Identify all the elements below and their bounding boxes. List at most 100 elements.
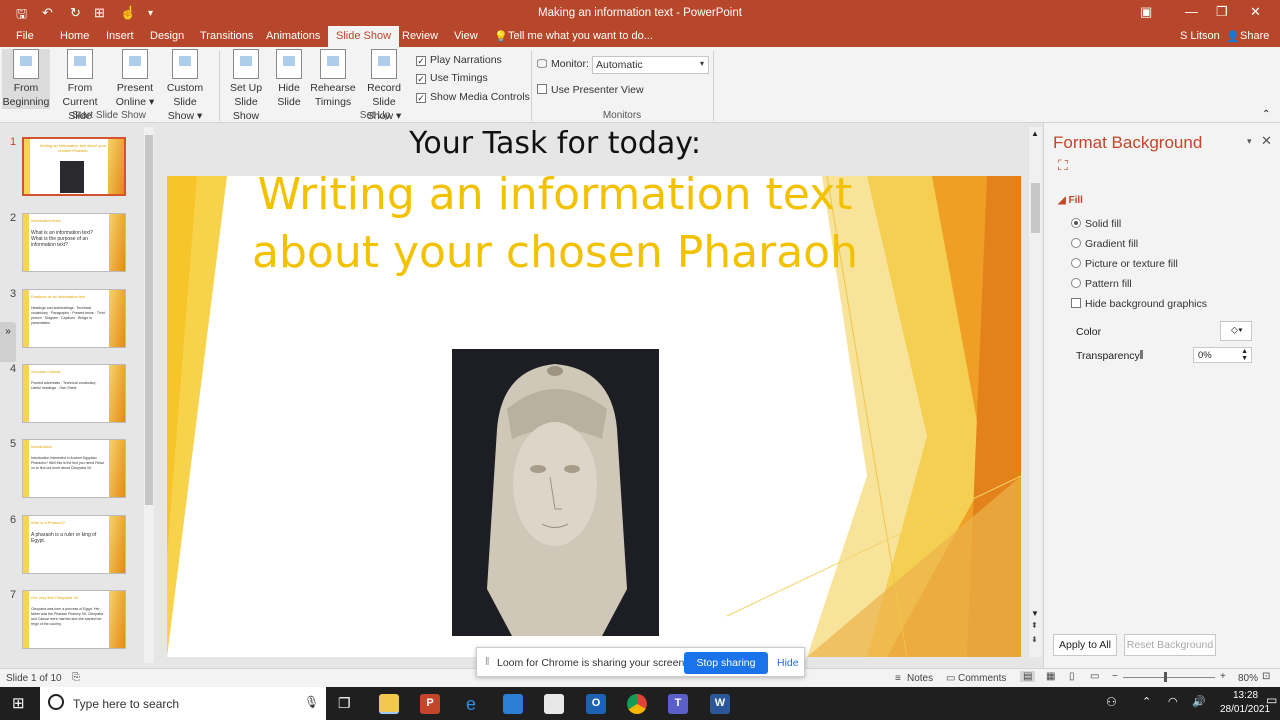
monitor-select[interactable]: Automatic ▾ <box>592 56 709 74</box>
presenter-view-checkbox[interactable]: Use Presenter View <box>537 84 644 96</box>
maximize-icon[interactable]: ❐ <box>1216 4 1228 20</box>
tab-slide-show[interactable]: Slide Show <box>328 26 400 47</box>
tab-insert[interactable]: Insert <box>106 30 134 42</box>
minimize-icon[interactable]: — <box>1185 4 1198 19</box>
pane-options-icon[interactable]: ▾ <box>1247 136 1252 147</box>
loom-sharing-bar: ‖ Loom for Chrome is sharing your screen… <box>476 647 805 677</box>
fit-slide-icon[interactable]: ⊡ <box>1262 671 1270 682</box>
apply-to-all-button[interactable]: Apply to All <box>1053 634 1117 656</box>
file-explorer-icon[interactable] <box>379 694 399 714</box>
share-icon[interactable]: 👤 <box>1226 30 1240 43</box>
pharaoh-bust-image[interactable] <box>452 349 659 636</box>
tray-chevron-icon[interactable]: ⌃ <box>1142 695 1151 708</box>
slide-heading[interactable]: Writing an information text about your c… <box>250 166 860 282</box>
wifi-icon[interactable]: ◠ <box>1168 695 1178 708</box>
tab-design[interactable]: Design <box>150 30 184 42</box>
comments-button[interactable]: Comments <box>958 673 1006 684</box>
tab-view[interactable]: View <box>454 30 478 42</box>
slideshow-view-icon[interactable]: ▭ <box>1090 671 1099 682</box>
picture-texture-fill-radio[interactable]: Picture or texture fill <box>1071 258 1178 270</box>
scroll-down-icon[interactable]: ▼ <box>1031 609 1039 618</box>
tab-review[interactable]: Review <box>402 30 438 42</box>
tab-transitions[interactable]: Transitions <box>200 30 253 42</box>
notes-button[interactable]: Notes <box>907 673 933 684</box>
rehearse-timings-button[interactable]: Rehearse Timings <box>310 49 356 109</box>
transparency-input[interactable]: 0% ▲ ▼ <box>1193 347 1252 363</box>
collapse-ribbon-icon[interactable]: ⌃ <box>1262 109 1270 120</box>
ribbon-display-icon[interactable]: ▣ <box>1140 4 1152 20</box>
slide-thumbnail-5[interactable]: Introduction Introduction Interested in … <box>22 439 126 498</box>
zoom-in-icon[interactable]: + <box>1220 671 1226 682</box>
show-media-controls-checkbox[interactable]: ✓ Show Media Controls <box>416 91 530 103</box>
tell-me-box[interactable]: Tell me what you want to do... <box>508 30 653 42</box>
gradient-fill-radio[interactable]: Gradient fill <box>1071 238 1138 250</box>
hide-slide-button[interactable]: Hide Slide <box>272 49 306 109</box>
expand-thumbnails-icon[interactable]: » <box>0 322 16 362</box>
fill-bucket-icon[interactable]: ⛶ <box>1058 157 1068 174</box>
zoom-slider[interactable] <box>1123 677 1215 678</box>
play-narrations-checkbox[interactable]: ✓ Play Narrations <box>416 54 502 66</box>
clock-time[interactable]: 13:28 <box>1233 690 1258 701</box>
zoom-slider-thumb[interactable] <box>1164 672 1167 682</box>
thumbnails-scrollbar[interactable] <box>144 127 154 663</box>
fill-section-header[interactable]: ◢ Fill <box>1058 195 1083 206</box>
scrollbar-thumb[interactable] <box>145 135 153 505</box>
spelling-icon[interactable]: ⎘ <box>72 672 80 683</box>
slide-title[interactable]: Your Task for today: <box>158 126 952 161</box>
microphone-icon[interactable]: 🎙 <box>304 695 319 709</box>
outlook-icon[interactable]: O <box>586 694 606 714</box>
chrome-icon[interactable] <box>627 694 647 714</box>
color-picker-button[interactable]: ⬦▾ <box>1220 321 1252 341</box>
people-icon[interactable]: ⚇ <box>1106 695 1117 709</box>
powerpoint-icon[interactable]: P <box>420 694 440 714</box>
zoom-out-icon[interactable]: − <box>1112 671 1118 682</box>
word-icon[interactable]: W <box>710 694 730 714</box>
taskbar-search-box[interactable]: Type here to search 🎙 <box>40 687 326 720</box>
user-name[interactable]: S Litson <box>1180 30 1220 42</box>
from-beginning-button[interactable]: From Beginning <box>2 49 50 109</box>
next-slide-icon[interactable]: ⇟ <box>1031 635 1038 644</box>
solid-fill-radio[interactable]: Solid fill <box>1071 218 1121 230</box>
drag-handle-icon[interactable]: ‖ <box>485 656 490 668</box>
notifications-icon[interactable]: ▭ <box>1266 693 1277 707</box>
mail-icon[interactable] <box>503 694 523 714</box>
clock-date[interactable]: 28/01/2021 <box>1220 704 1270 715</box>
slide-scrollbar[interactable]: ▲ ▼ ⇞ ⇟ <box>1029 127 1042 657</box>
close-pane-icon[interactable]: ✕ <box>1261 133 1272 149</box>
normal-view-icon[interactable]: ▤ <box>1020 671 1036 682</box>
pattern-fill-radio[interactable]: Pattern fill <box>1071 278 1132 290</box>
slide-sorter-icon[interactable]: ▦ <box>1046 671 1055 682</box>
slide-thumbnail-6[interactable]: Who is a Pharaoh? A pharaoh is a ruler o… <box>22 515 126 574</box>
volume-icon[interactable]: 🔊 <box>1192 695 1206 708</box>
store-icon[interactable] <box>544 694 564 714</box>
tab-animations[interactable]: Animations <box>266 30 320 42</box>
tab-home[interactable]: Home <box>60 30 89 42</box>
scroll-up-icon[interactable]: ▲ <box>1031 129 1039 138</box>
windows-start-icon[interactable]: ⊞ <box>12 694 25 712</box>
reading-view-icon[interactable]: ▯ <box>1069 671 1075 682</box>
present-online-button[interactable]: Present Online ▾ <box>112 49 158 109</box>
hide-button[interactable]: Hide <box>777 657 799 669</box>
slide-thumbnail-4[interactable]: Success Criteria Fronted adverbials · Te… <box>22 364 126 423</box>
reset-background-button[interactable]: Reset Background <box>1124 634 1216 656</box>
hide-background-graphics-checkbox[interactable]: Hide background graphics <box>1071 298 1207 310</box>
teams-icon[interactable]: T <box>668 694 688 714</box>
color-label: Color <box>1076 326 1102 338</box>
task-view-icon[interactable]: ❐ <box>338 695 351 712</box>
previous-slide-icon[interactable]: ⇞ <box>1031 621 1038 630</box>
transparency-slider[interactable] <box>1140 350 1143 359</box>
monitor-icon: 🖵 <box>537 58 548 70</box>
edge-icon[interactable]: e <box>461 694 481 714</box>
slide-thumbnail-1[interactable]: Writing an information text about your c… <box>22 137 126 196</box>
slide-thumbnail-7[interactable]: Our very first Cleopatra VII Cleopatra w… <box>22 590 126 649</box>
slide-thumbnail-2[interactable]: Information texts What is an information… <box>22 213 126 272</box>
scrollbar-thumb[interactable] <box>1031 183 1040 233</box>
share-button[interactable]: Share <box>1240 30 1269 42</box>
tab-file[interactable]: File <box>16 30 34 42</box>
zoom-level[interactable]: 80% <box>1238 673 1258 684</box>
use-timings-checkbox[interactable]: ✓ Use Timings <box>416 72 488 84</box>
close-icon[interactable]: ✕ <box>1250 4 1261 20</box>
stop-sharing-button[interactable]: Stop sharing <box>684 652 768 674</box>
slide-thumbnail-3[interactable]: Features of an information text Headings… <box>22 289 126 348</box>
spinner-icon[interactable]: ▲ ▼ <box>1241 348 1248 362</box>
